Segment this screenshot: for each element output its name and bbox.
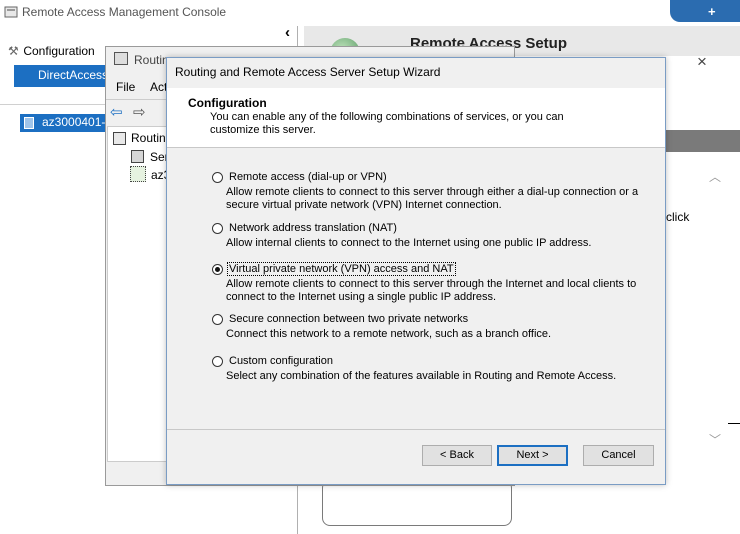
option-custom-configuration-description: Select any combination of the features a… [226, 370, 617, 382]
option-nat-description: Allow internal clients to connect to the… [226, 237, 592, 249]
menu-action[interactable]: Act [150, 80, 167, 94]
scroll-up-icon[interactable]: ︿ [709, 168, 721, 185]
radio-nat[interactable] [212, 223, 223, 234]
option-secure-connection-description: Connect this network to a remote network… [226, 328, 552, 340]
next-button[interactable]: Next > [497, 445, 568, 466]
option-secure-connection-label[interactable]: Secure connection between two private ne… [229, 313, 468, 325]
option-remote-access-description: Allow remote clients to connect to this … [226, 186, 639, 211]
cancel-button[interactable]: Cancel [583, 445, 654, 466]
nav-server-item[interactable]: az3000401- [20, 114, 108, 132]
plus-icon: + [708, 4, 716, 19]
collapse-chevron-icon[interactable]: ‹ [285, 24, 290, 41]
console-app-icon [4, 6, 18, 18]
nav-configuration[interactable]: ⚒ Configuration [8, 44, 95, 58]
menu-file[interactable]: File [116, 80, 135, 94]
console-top-button[interactable]: + [670, 0, 740, 22]
forward-arrow-icon[interactable]: ⇨ [133, 103, 146, 121]
tools-icon: ⚒ [8, 44, 19, 58]
wizard-heading: Configuration [188, 96, 267, 110]
console-title: Remote Access Management Console [22, 5, 227, 19]
option-vpn-and-nat-label[interactable]: Virtual private network (VPN) access and… [227, 262, 456, 276]
nav-divider [0, 104, 108, 105]
radio-custom-configuration[interactable] [212, 356, 223, 367]
option-custom-configuration-label[interactable]: Custom configuration [229, 355, 333, 367]
scroll-down-icon[interactable]: ﹀ [709, 431, 721, 448]
radio-secure-connection[interactable] [212, 314, 223, 325]
option-nat-label[interactable]: Network address translation (NAT) [229, 222, 397, 234]
radio-vpn-and-nat[interactable] [212, 264, 223, 275]
setup-footer-box [322, 480, 512, 526]
option-vpn-and-nat-description: Allow remote clients to connect to this … [226, 278, 637, 303]
server-node-icon [130, 166, 146, 182]
setup-section-bar [664, 130, 740, 152]
setup-separator [728, 423, 740, 424]
back-button[interactable]: < Back [422, 445, 492, 466]
nav-configuration-label: Configuration [23, 44, 95, 58]
nav-server-label: az3000401- [42, 115, 106, 129]
option-remote-access-label[interactable]: Remote access (dial-up or VPN) [229, 171, 387, 183]
routing-window-title: Routin [134, 53, 169, 67]
wizard-footer-divider [167, 429, 665, 430]
server-icon [24, 117, 34, 129]
routing-app-icon [114, 52, 128, 65]
back-arrow-icon[interactable]: ⇦ [110, 103, 123, 121]
wizard-description: You can enable any of the following comb… [210, 111, 564, 136]
wizard-title: Routing and Remote Access Server Setup W… [175, 65, 441, 79]
toolbar-separator [106, 99, 166, 100]
close-icon[interactable]: × [697, 52, 707, 72]
server-status-icon [131, 150, 144, 163]
tree-item-routing[interactable]: Routin [131, 131, 166, 145]
nav-directaccess[interactable]: DirectAccess [14, 65, 108, 87]
radio-remote-access[interactable] [212, 172, 223, 183]
setup-click-text: click [666, 210, 690, 224]
routing-root-icon [113, 132, 126, 145]
